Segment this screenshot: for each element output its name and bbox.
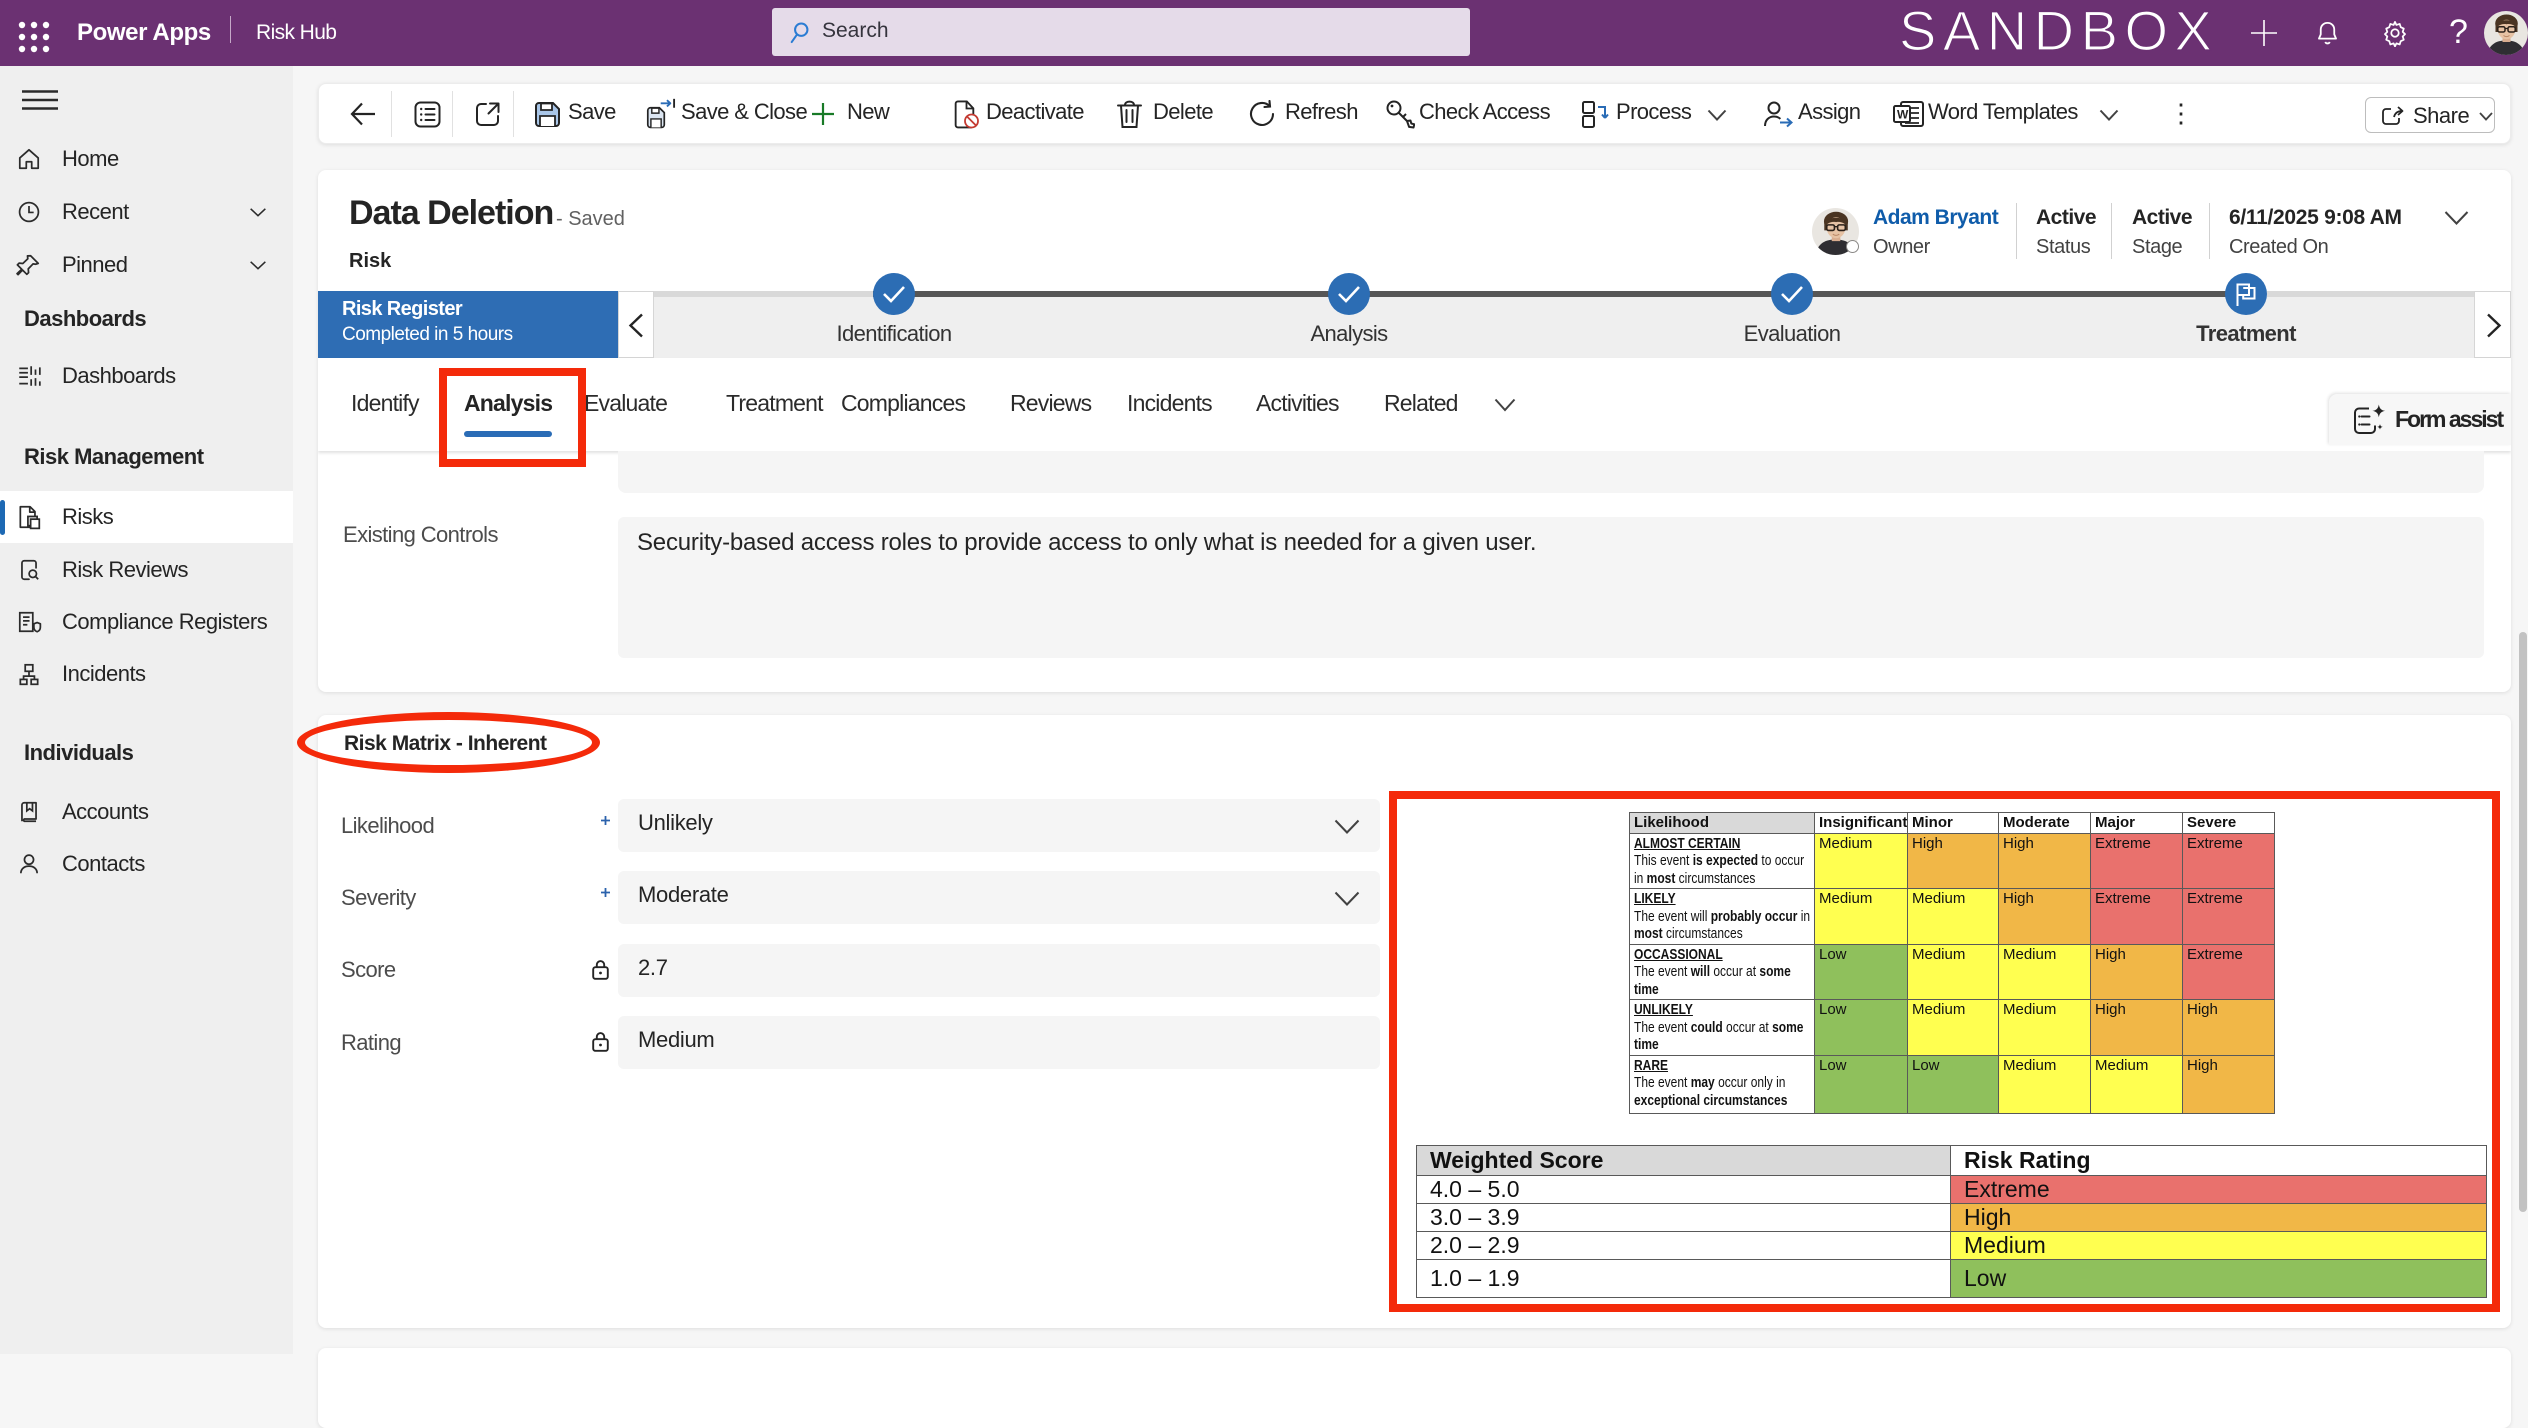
svg-text:W: W <box>1897 108 1909 122</box>
